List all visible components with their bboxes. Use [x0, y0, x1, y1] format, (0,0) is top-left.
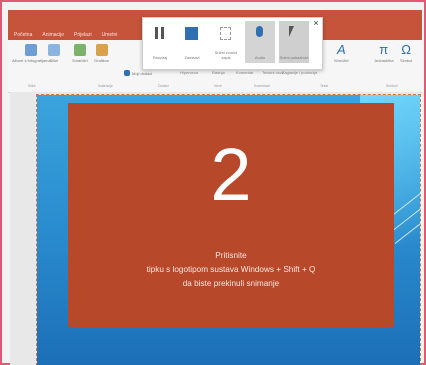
stop-label: Zaustavi — [184, 55, 200, 60]
equation-button[interactable]: π Jednadžba — [374, 42, 394, 63]
omega-icon: Ω — [401, 42, 411, 57]
group-label: Tekst — [320, 84, 329, 88]
countdown-instruction-line3: da biste prekinuli snimanje — [182, 279, 280, 288]
countdown-instruction-line1: Pritisnite — [215, 251, 247, 260]
chart-button[interactable]: Grafikon — [94, 44, 109, 63]
equation-label: Jednadžba — [374, 58, 394, 63]
stop-button[interactable]: Zaustavi — [177, 21, 207, 63]
select-area-button[interactable]: Snimi zvučni zapis — [211, 21, 241, 63]
group-label: Ilustracije — [98, 84, 113, 88]
pictures-label: Slike — [49, 58, 59, 63]
pause-label: Pauziraj — [152, 55, 168, 60]
wordart-icon: A — [336, 42, 346, 57]
app-window: Početna Animacije Prijelazi Umetni Album… — [0, 0, 426, 365]
ribbon-tab-transitions[interactable]: Prijelazi — [74, 32, 92, 38]
countdown-number: 2 — [210, 133, 252, 216]
ribbon-group-labels: Slike Ilustracije Dodaci Veze Komentari … — [8, 84, 422, 90]
microphone-icon — [256, 26, 263, 37]
group-label: Veze — [214, 84, 222, 88]
wordart-button[interactable]: A WordArt — [334, 42, 349, 63]
store-icon — [124, 70, 130, 76]
photo-album-label: Album s fotografijama — [12, 58, 51, 63]
ribbon-tab-animations[interactable]: Animacije — [42, 32, 64, 38]
countdown-instruction-line2: tipku s logotipom sustava Windows + Shif… — [146, 265, 316, 274]
group-label: Dodaci — [158, 84, 169, 88]
hyperlink-button[interactable]: Hiperveza — [180, 70, 198, 75]
text-box-button[interactable]: Tekstni okvir — [262, 70, 284, 75]
my-addins-button[interactable]: Moji dodaci — [124, 70, 152, 76]
select-area-icon — [220, 27, 231, 40]
chart-label: Grafikon — [94, 58, 110, 63]
ribbon-tab-insert[interactable]: Umetni — [102, 32, 118, 38]
ribbon-tabs: Početna Animacije Prijelazi Umetni — [14, 32, 117, 38]
pictures-button[interactable]: Slike — [48, 44, 60, 63]
group-label: Slike — [28, 84, 36, 88]
pause-icon-bar — [161, 27, 164, 39]
smartart-button[interactable]: SmartArt — [72, 44, 88, 63]
close-icon[interactable]: × — [312, 19, 320, 28]
photo-album-icon — [25, 44, 38, 56]
symbol-button[interactable]: Ω Simbol — [400, 42, 413, 63]
comment-button[interactable]: Komentar — [236, 70, 253, 75]
pause-button[interactable]: Pauziraj — [145, 21, 175, 63]
smartart-label: SmartArt — [72, 58, 88, 63]
select-area-label: Snimi zvučni zapis — [214, 50, 238, 60]
pause-icon-bar — [155, 27, 158, 39]
screen-recording-toolbar: Pauziraj Zaustavi Snimi zvučni zapis Aud… — [142, 17, 323, 70]
audio-label: Audio — [254, 55, 266, 60]
audio-toggle-button[interactable]: Audio — [245, 21, 275, 63]
pictures-icon — [48, 44, 60, 56]
group-label: Komentari — [254, 84, 270, 88]
wordart-label: WordArt — [334, 58, 349, 63]
recording-countdown-overlay: 2 Pritisnite tipku s logotipom sustava W… — [68, 103, 394, 327]
record-pointer-button[interactable]: Snimi pokazivač — [279, 21, 309, 63]
group-label: Simboli — [386, 84, 398, 88]
photo-album-button[interactable]: Album s fotografijama — [12, 44, 51, 63]
stop-icon — [185, 27, 198, 40]
my-addins-label: Moji dodaci — [132, 71, 153, 76]
pointer-icon — [289, 26, 299, 37]
pi-icon: π — [379, 42, 389, 57]
ribbon-tab-home[interactable]: Početna — [14, 32, 32, 38]
action-button[interactable]: Radnja — [212, 70, 225, 75]
record-pointer-label: Snimi pokazivač — [279, 55, 309, 60]
smartart-icon — [73, 44, 86, 56]
chart-icon — [95, 44, 108, 56]
symbol-label: Simbol — [400, 58, 413, 63]
header-footer-button[interactable]: Zaglavlje i podnožje — [282, 70, 317, 75]
